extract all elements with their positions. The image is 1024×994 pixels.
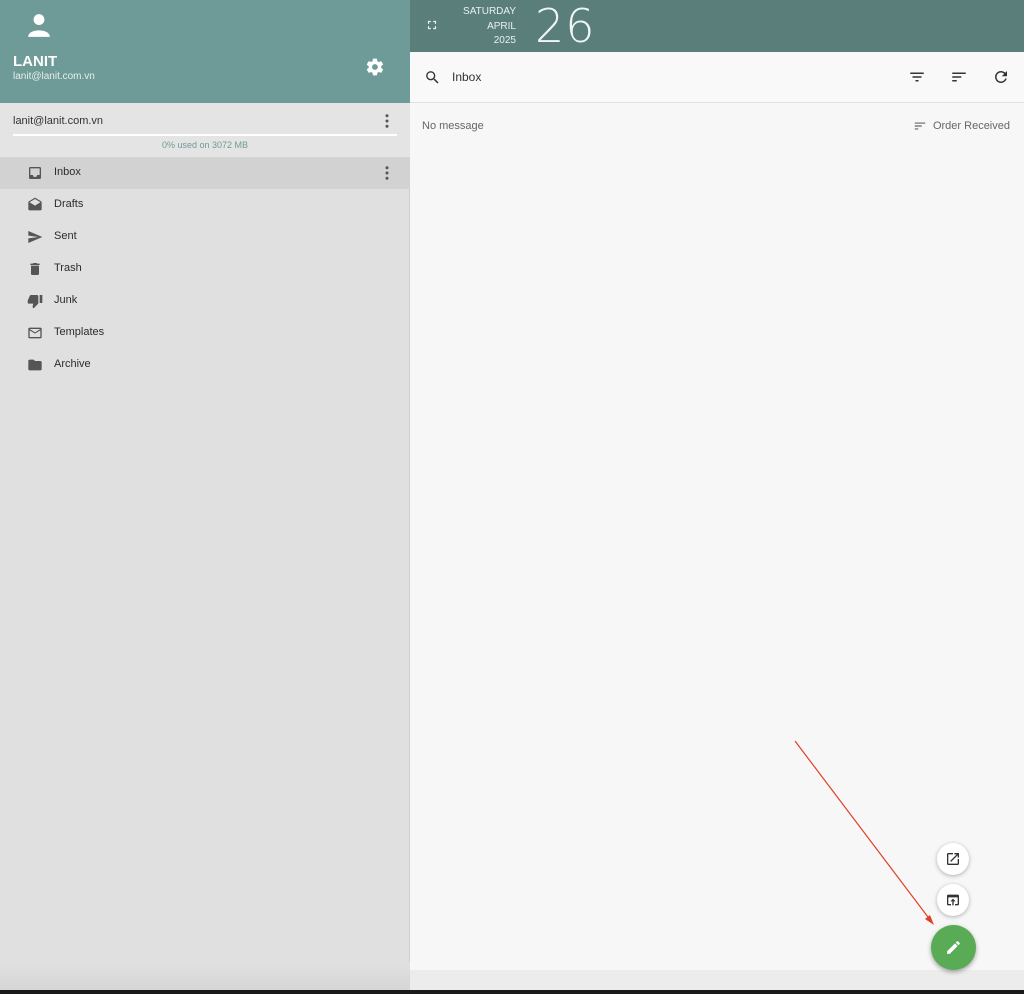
sidebar-item-junk[interactable]: Junk <box>0 285 410 317</box>
profile-email: lanit@lanit.com.vn <box>13 71 95 82</box>
sidebar-item-archive[interactable]: Archive <box>0 349 410 381</box>
more-vert-icon[interactable] <box>378 112 396 130</box>
account-row[interactable]: lanit@lanit.com.vn 0% used on 3072 MB <box>0 103 410 157</box>
order-received-button[interactable]: Order Received <box>912 118 1010 134</box>
compose-button[interactable] <box>931 925 976 970</box>
date-header: SATURDAY APRIL 2025 26 <box>410 0 1024 52</box>
message-list-header: No message Order Received <box>410 104 1024 148</box>
trash-icon <box>30 263 40 275</box>
date-weekday: SATURDAY <box>463 6 516 17</box>
folder-icon <box>28 359 42 371</box>
sidebar-item-label: Archive <box>54 358 91 370</box>
gear-icon[interactable] <box>365 57 385 77</box>
open-in-window-button[interactable] <box>937 884 969 916</box>
person-icon[interactable] <box>26 12 52 38</box>
profile-name: LANIT <box>13 53 58 70</box>
sidebar-item-label: Junk <box>54 294 78 306</box>
empty-list-text: No message <box>422 120 484 132</box>
open-external-button[interactable] <box>937 843 969 875</box>
envelope-icon <box>28 327 42 339</box>
compose-pencil-icon <box>947 941 960 954</box>
date-day: 26 <box>535 0 596 53</box>
search-icon[interactable] <box>424 69 441 86</box>
drafts-icon <box>28 197 42 211</box>
sidebar-item-label: Inbox <box>54 166 81 178</box>
date-year: 2025 <box>493 35 516 46</box>
usage-bar <box>13 134 397 136</box>
sidebar-item-label: Templates <box>54 326 105 338</box>
open-in-window-icon <box>947 894 959 906</box>
folder-list: Inbox Drafts Sent Trash Junk Templates A… <box>0 157 410 381</box>
filter-icon[interactable] <box>908 68 926 86</box>
sort-icon[interactable] <box>950 68 968 86</box>
sidebar-item-templates[interactable]: Templates <box>0 317 410 349</box>
sidebar-item-drafts[interactable]: Drafts <box>0 189 410 221</box>
sort-icon <box>914 122 926 130</box>
order-label: Order Received <box>932 120 1010 132</box>
sidebar-item-label: Drafts <box>54 198 84 210</box>
sidebar: LANIT lanit@lanit.com.vn lanit@lanit.com… <box>0 0 410 990</box>
profile-header: LANIT lanit@lanit.com.vn <box>0 0 410 103</box>
sidebar-item-trash[interactable]: Trash <box>0 253 410 285</box>
open-external-icon <box>947 853 959 865</box>
sidebar-item-label: Trash <box>54 262 82 274</box>
search-toolbar: Inbox <box>410 52 1024 103</box>
sidebar-item-label: Sent <box>54 230 77 242</box>
more-vert-icon[interactable] <box>378 164 396 182</box>
sidebar-footer <box>0 962 410 990</box>
send-icon <box>28 231 43 243</box>
sidebar-item-sent[interactable]: Sent <box>0 221 410 253</box>
usage-text: 0% used on 3072 MB <box>161 140 249 150</box>
current-folder-title: Inbox <box>452 70 482 84</box>
thumb-down-icon <box>27 295 43 309</box>
refresh-icon[interactable] <box>992 68 1010 86</box>
sidebar-item-inbox[interactable]: Inbox <box>0 157 410 189</box>
account-email: lanit@lanit.com.vn <box>13 115 104 127</box>
date-month: APRIL <box>487 21 516 32</box>
list-footer <box>410 970 1024 990</box>
inbox-icon <box>29 167 41 179</box>
mail-app: LANIT lanit@lanit.com.vn lanit@lanit.com… <box>0 0 1024 990</box>
